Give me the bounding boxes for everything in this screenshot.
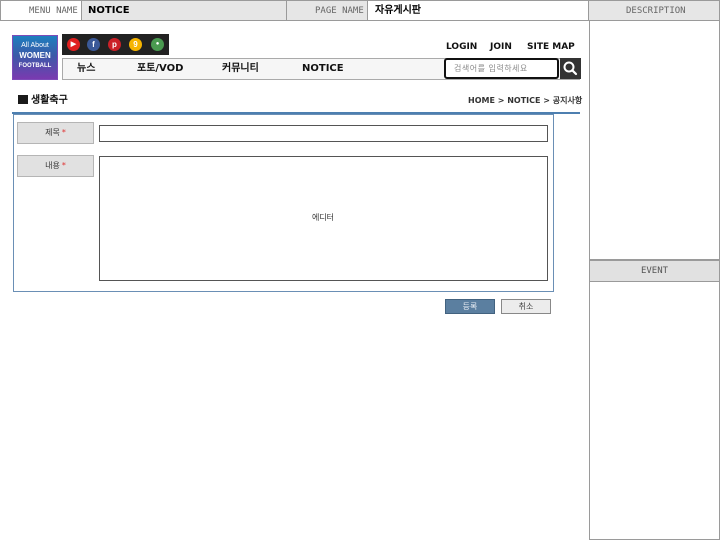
required-mark: *	[61, 161, 66, 170]
search-input[interactable]: 검색어를 입력하세요	[444, 58, 559, 79]
nav-item-news[interactable]: 뉴스	[77, 63, 95, 75]
title-field-label: 제목 *	[17, 122, 94, 144]
description-label: DESCRIPTION	[626, 6, 686, 16]
event-header: EVENT	[589, 260, 720, 282]
event-panel	[589, 281, 720, 540]
required-mark: *	[61, 128, 66, 137]
logo-line-3: FOOTBALL	[18, 63, 52, 69]
logo-line-1: All About	[21, 42, 49, 49]
page-name-label: PAGE NAME	[315, 6, 364, 16]
content-label-text: 내용	[45, 161, 60, 170]
breadcrumb: HOME > NOTICE > 공지사항	[468, 96, 583, 105]
search-button[interactable]	[560, 58, 581, 79]
menu-name-value: NOTICE	[88, 5, 130, 16]
title-input[interactable]	[99, 125, 548, 142]
nav-item-notice[interactable]: NOTICE	[302, 63, 344, 75]
join-link[interactable]: JOIN	[490, 41, 512, 53]
page-title-text: 생활축구	[31, 95, 68, 106]
page-title: 생활축구	[18, 95, 68, 107]
menu-name-label: MENU NAME	[29, 6, 78, 16]
submit-button[interactable]: 등록	[445, 299, 495, 314]
page-name-value: 자유게시판	[375, 5, 421, 16]
editor-placeholder: 에디터	[311, 213, 335, 222]
description-panel	[589, 20, 720, 260]
search-icon	[563, 61, 578, 76]
kakaostory-icon[interactable]: 9	[129, 38, 142, 51]
pinterest-icon[interactable]: p	[108, 38, 121, 51]
title-square-icon	[18, 95, 28, 104]
nav-item-community[interactable]: 커뮤니티	[222, 63, 259, 75]
sitemap-link[interactable]: SITE MAP	[527, 41, 575, 53]
title-label-text: 제목	[45, 128, 60, 137]
logo-line-2: WOMEN	[19, 51, 51, 60]
cancel-button[interactable]: 취소	[501, 299, 551, 314]
content-field-label: 내용 *	[17, 155, 94, 177]
site-logo[interactable]: All About WOMEN FOOTBALL	[12, 35, 58, 80]
other-sns-icon[interactable]: ●	[151, 38, 164, 51]
facebook-icon[interactable]: f	[87, 38, 100, 51]
nav-item-photo-vod[interactable]: 포토/VOD	[137, 63, 183, 75]
login-link[interactable]: LOGIN	[446, 41, 477, 53]
youtube-icon[interactable]: ▶	[67, 38, 80, 51]
